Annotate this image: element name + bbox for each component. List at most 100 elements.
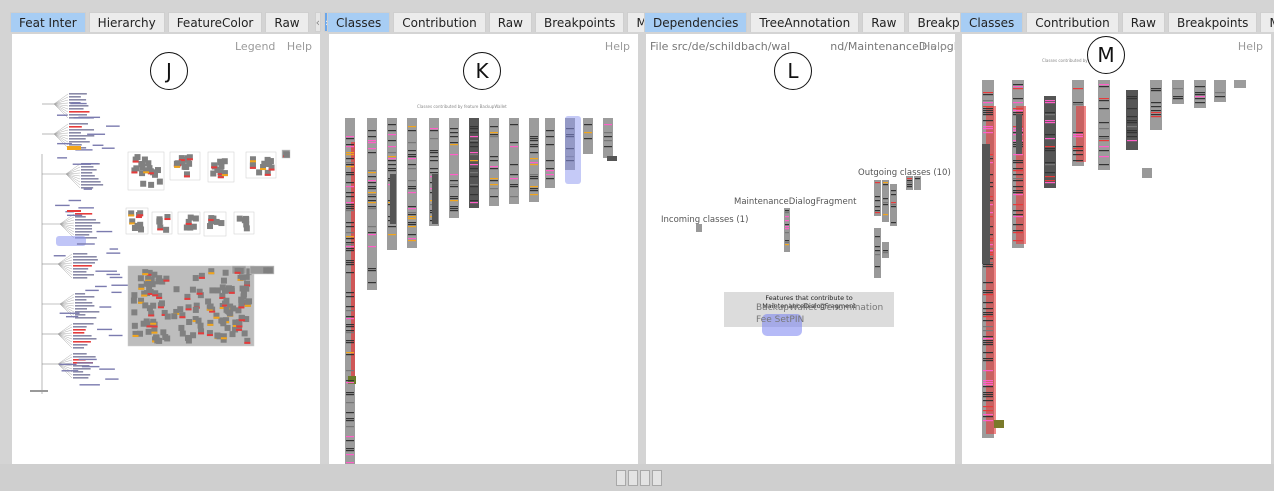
class-line xyxy=(1013,84,1023,86)
tab-raw[interactable]: Raw xyxy=(265,12,309,32)
class-line xyxy=(983,126,993,128)
class-box xyxy=(186,319,193,326)
class-box xyxy=(140,180,147,187)
tab-bar: Feat Inter Hierarchy FeatureColor Raw ‹ … xyxy=(10,10,331,32)
tree-label xyxy=(97,328,113,331)
class-box xyxy=(261,160,268,167)
class-box xyxy=(263,267,270,274)
class-line xyxy=(388,234,396,236)
class-line xyxy=(875,182,880,184)
class-line xyxy=(1195,96,1205,98)
class-box xyxy=(156,337,163,344)
class-line xyxy=(785,220,789,222)
class-box xyxy=(239,274,246,281)
tab-hierarchy[interactable]: Hierarchy xyxy=(88,12,165,32)
class-line xyxy=(1045,182,1055,184)
pane-handle-icon[interactable] xyxy=(628,470,638,486)
pane-handle-icon[interactable] xyxy=(640,470,650,486)
tree-edge xyxy=(65,173,81,180)
class-line xyxy=(1195,86,1205,88)
tree-label xyxy=(73,374,91,376)
tab-contribution[interactable]: Contribution xyxy=(393,12,486,32)
class-line xyxy=(983,414,993,416)
class-box xyxy=(130,297,137,304)
class-line xyxy=(346,418,354,420)
class-line xyxy=(785,226,789,228)
class-line xyxy=(470,140,478,142)
tree-label xyxy=(56,114,68,116)
tree-edge xyxy=(53,93,69,105)
class-line xyxy=(470,200,478,202)
class-line xyxy=(983,338,993,340)
pane-handle-icon[interactable] xyxy=(616,470,626,486)
tree-edge xyxy=(53,123,69,135)
tab-classes[interactable]: Classes xyxy=(327,12,391,32)
class-line xyxy=(450,144,458,146)
pane-handles xyxy=(616,470,662,486)
feature-mark xyxy=(148,314,155,317)
class-line xyxy=(388,130,396,132)
class-line xyxy=(408,164,416,166)
tree-label xyxy=(73,347,85,349)
class-line xyxy=(346,232,354,234)
pane-handle-icon[interactable] xyxy=(652,470,662,486)
feature-mark xyxy=(249,160,256,163)
tab-featurecolor[interactable]: FeatureColor xyxy=(167,12,263,32)
class-line xyxy=(346,136,354,138)
feature-mark xyxy=(179,316,186,319)
class-line xyxy=(368,196,376,198)
class-line xyxy=(891,194,896,196)
class-line xyxy=(983,342,993,344)
class-line xyxy=(1013,86,1023,88)
feature-mark xyxy=(264,173,271,176)
class-line xyxy=(346,164,354,166)
class-line xyxy=(875,266,880,268)
tree-label xyxy=(69,123,88,125)
class-line xyxy=(450,132,458,134)
class-line xyxy=(1073,150,1083,152)
tab-breakpoints[interactable]: Breakpoints xyxy=(534,12,625,32)
tree-label xyxy=(81,187,94,189)
tab-feat-inter[interactable]: Feat Inter xyxy=(10,12,86,32)
tree-label xyxy=(99,368,115,370)
class-line xyxy=(368,180,376,182)
class-line xyxy=(510,184,518,186)
feature-item[interactable]: BackupWallet Denomination xyxy=(756,303,883,313)
class-line xyxy=(388,156,396,158)
tab-raw[interactable]: Raw xyxy=(1121,12,1165,32)
tree-edge xyxy=(57,263,73,270)
incoming-class xyxy=(696,224,702,232)
class-line xyxy=(983,358,993,360)
tab-scroll-left-icon[interactable]: ‹ xyxy=(314,12,322,32)
class-line xyxy=(470,142,478,144)
feature-mark xyxy=(163,279,170,282)
class-line xyxy=(1073,146,1083,148)
class-line xyxy=(1073,132,1083,134)
tab-treeannotation[interactable]: TreeAnnotation xyxy=(750,12,860,32)
class-line xyxy=(875,246,880,248)
class-line xyxy=(430,156,438,158)
tree-label xyxy=(73,271,87,273)
tab-breakpoints[interactable]: Breakpoints xyxy=(1167,12,1258,32)
feature-item[interactable]: Fee SetPIN xyxy=(756,315,804,325)
tab-raw[interactable]: Raw xyxy=(488,12,532,32)
class-line xyxy=(1099,122,1109,124)
class-line xyxy=(1073,88,1083,90)
feature-mark xyxy=(129,222,136,225)
tab-contribution[interactable]: Contribution xyxy=(1026,12,1119,32)
class-line xyxy=(346,244,354,246)
tree-label xyxy=(73,323,94,325)
feature-tree-diagram xyxy=(30,93,291,394)
class-line xyxy=(983,370,993,372)
tab-dependencies[interactable]: Dependencies xyxy=(644,12,748,32)
tab-raw[interactable]: Raw xyxy=(862,12,906,32)
class-line xyxy=(546,136,554,138)
feature-mark xyxy=(994,420,1004,428)
tab-classes[interactable]: Classes xyxy=(960,12,1024,32)
pane-j: Feat Inter Hierarchy FeatureColor Raw ‹ … xyxy=(10,10,331,464)
tab-meta[interactable]: Meta xyxy=(1260,12,1274,32)
class-line xyxy=(983,392,993,394)
selected-class-highlight xyxy=(565,116,581,184)
tree-label xyxy=(75,219,96,221)
class-line xyxy=(983,380,993,382)
